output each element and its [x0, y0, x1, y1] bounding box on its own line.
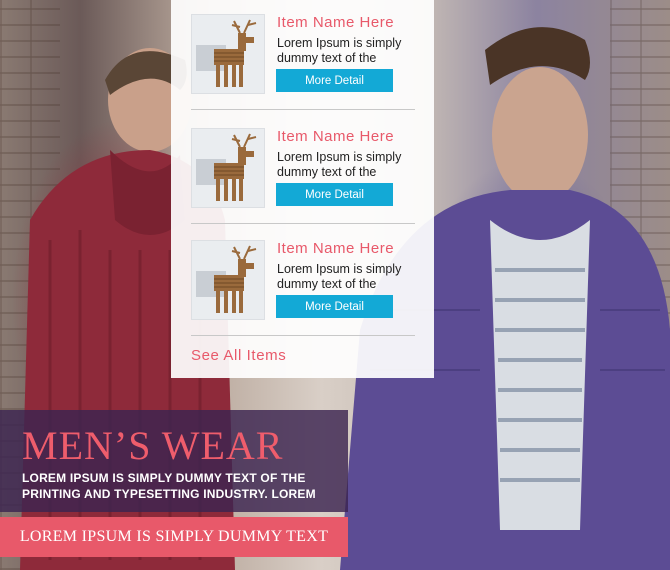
wooden-reindeer-image[interactable] [191, 14, 265, 94]
item-name[interactable]: Item Name Here [277, 128, 394, 145]
item-divider [191, 335, 415, 336]
more-detail-button[interactable]: More Detail [276, 183, 393, 206]
more-detail-button[interactable]: More Detail [276, 69, 393, 92]
cta-button[interactable]: LOREM IPSUM IS SIMPLY DUMMY TEXT [0, 517, 348, 557]
wooden-reindeer-image[interactable] [191, 128, 265, 208]
item-divider [191, 223, 415, 224]
item-name[interactable]: Item Name Here [277, 14, 394, 31]
item-divider [191, 109, 415, 110]
menu-item: Item Name Here Lorem Ipsum is simply dum… [191, 14, 415, 114]
item-name[interactable]: Item Name Here [277, 240, 394, 257]
items-dropdown-panel: Item Name Here Lorem Ipsum is simply dum… [171, 0, 434, 378]
menu-item: Item Name Here Lorem Ipsum is simply dum… [191, 240, 415, 340]
more-detail-button[interactable]: More Detail [276, 295, 393, 318]
item-description: Lorem Ipsum is simply dummy text of the [277, 150, 402, 179]
banner-subtitle: LOREM IPSUM IS SIMPLY DUMMY TEXT OF THE … [22, 471, 316, 501]
item-description: Lorem Ipsum is simply dummy text of the [277, 36, 402, 65]
promo-banner: MEN’S WEAR LOREM IPSUM IS SIMPLY DUMMY T… [0, 410, 348, 512]
banner-title: MEN’S WEAR [22, 423, 284, 468]
wooden-reindeer-image[interactable] [191, 240, 265, 320]
menu-item: Item Name Here Lorem Ipsum is simply dum… [191, 128, 415, 228]
item-description: Lorem Ipsum is simply dummy text of the [277, 262, 402, 291]
see-all-items-link[interactable]: See All Items [191, 347, 286, 364]
